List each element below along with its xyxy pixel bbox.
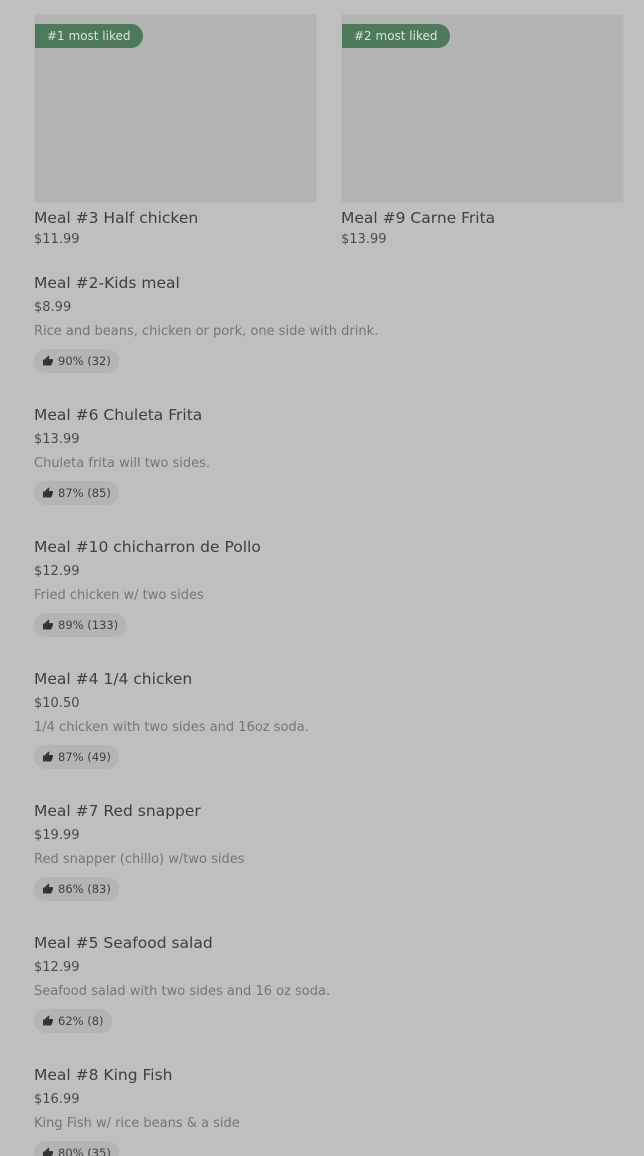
thumbs-up-icon xyxy=(42,751,54,763)
featured-card[interactable]: #1 most liked Meal #3 Half chicken $11.9… xyxy=(34,14,317,248)
item-description: Fried chicken w/ two sides xyxy=(34,588,204,603)
rating-badge: 87% (85) xyxy=(34,481,119,505)
item-description: Chuleta frita will two sides. xyxy=(34,456,211,471)
rating-text: 86% (83) xyxy=(58,882,111,896)
thumbs-up-icon xyxy=(42,355,54,367)
menu-page: #1 most liked Meal #3 Half chicken $11.9… xyxy=(0,0,644,1156)
rating-badge: 80% (35) xyxy=(34,1141,119,1156)
rating-badge: 86% (83) xyxy=(34,877,119,901)
list-item[interactable]: Meal #10 chicharron de Pollo $12.99 Frie… xyxy=(34,534,624,666)
rating-badge: 87% (49) xyxy=(34,745,119,769)
rating-text: 87% (49) xyxy=(58,750,111,764)
item-price: $16.99 xyxy=(34,1092,80,1107)
item-price: $19.99 xyxy=(34,828,80,843)
item-title[interactable]: Meal #6 Chuleta Frita xyxy=(34,405,202,425)
thumbs-up-icon xyxy=(42,487,54,499)
meal-title[interactable]: Meal #9 Carne Frita xyxy=(341,208,624,228)
meal-image[interactable]: #1 most liked xyxy=(34,14,317,203)
featured-section: #1 most liked Meal #3 Half chicken $11.9… xyxy=(0,0,644,260)
rating-badge: 90% (32) xyxy=(34,349,119,373)
item-title[interactable]: Meal #7 Red snapper xyxy=(34,801,201,821)
list-item[interactable]: Meal #8 King Fish $16.99 King Fish w/ ri… xyxy=(34,1062,624,1156)
menu-list: Meal #2-Kids meal $8.99 Rice and beans, … xyxy=(34,270,624,1156)
list-item[interactable]: Meal #6 Chuleta Frita $13.99 Chuleta fri… xyxy=(34,402,624,534)
list-item[interactable]: Meal #7 Red snapper $19.99 Red snapper (… xyxy=(34,798,624,930)
rating-badge: 89% (133) xyxy=(34,613,127,637)
thumbs-up-icon xyxy=(42,883,54,895)
most-liked-badge: #2 most liked xyxy=(342,24,450,48)
item-description: Rice and beans, chicken or pork, one sid… xyxy=(34,324,379,339)
item-title[interactable]: Meal #10 chicharron de Pollo xyxy=(34,537,261,557)
item-description: King Fish w/ rice beans & a side xyxy=(34,1116,240,1131)
thumbs-up-icon xyxy=(42,1147,54,1156)
thumbs-up-icon xyxy=(42,1015,54,1027)
list-item[interactable]: Meal #5 Seafood salad $12.99 Seafood sal… xyxy=(34,930,624,1062)
item-title[interactable]: Meal #2-Kids meal xyxy=(34,273,180,293)
rating-text: 80% (35) xyxy=(58,1146,111,1156)
item-price: $8.99 xyxy=(34,300,72,315)
featured-card[interactable]: #2 most liked Meal #9 Carne Frita $13.99 xyxy=(341,14,624,248)
rating-text: 89% (133) xyxy=(58,618,119,632)
rating-badge: 62% (8) xyxy=(34,1009,112,1033)
item-title[interactable]: Meal #8 King Fish xyxy=(34,1065,172,1085)
item-description: 1/4 chicken with two sides and 16oz soda… xyxy=(34,720,309,735)
list-item[interactable]: Meal #4 1/4 chicken $10.50 1/4 chicken w… xyxy=(34,666,624,798)
item-price: $10.50 xyxy=(34,696,80,711)
item-title[interactable]: Meal #4 1/4 chicken xyxy=(34,669,192,689)
meal-price: $11.99 xyxy=(34,232,80,247)
thumbs-up-icon xyxy=(42,619,54,631)
meal-image[interactable]: #2 most liked xyxy=(341,14,624,203)
item-title[interactable]: Meal #5 Seafood salad xyxy=(34,933,213,953)
rating-text: 90% (32) xyxy=(58,354,111,368)
item-price: $13.99 xyxy=(34,432,80,447)
meal-title[interactable]: Meal #3 Half chicken xyxy=(34,208,317,228)
rating-text: 87% (85) xyxy=(58,486,111,500)
item-description: Seafood salad with two sides and 16 oz s… xyxy=(34,984,331,999)
list-item[interactable]: Meal #2-Kids meal $8.99 Rice and beans, … xyxy=(34,270,624,402)
most-liked-badge: #1 most liked xyxy=(35,24,143,48)
meal-price: $13.99 xyxy=(341,232,387,247)
item-price: $12.99 xyxy=(34,960,80,975)
item-description: Red snapper (chillo) w/two sides xyxy=(34,852,245,867)
rating-text: 62% (8) xyxy=(58,1014,104,1028)
item-price: $12.99 xyxy=(34,564,80,579)
